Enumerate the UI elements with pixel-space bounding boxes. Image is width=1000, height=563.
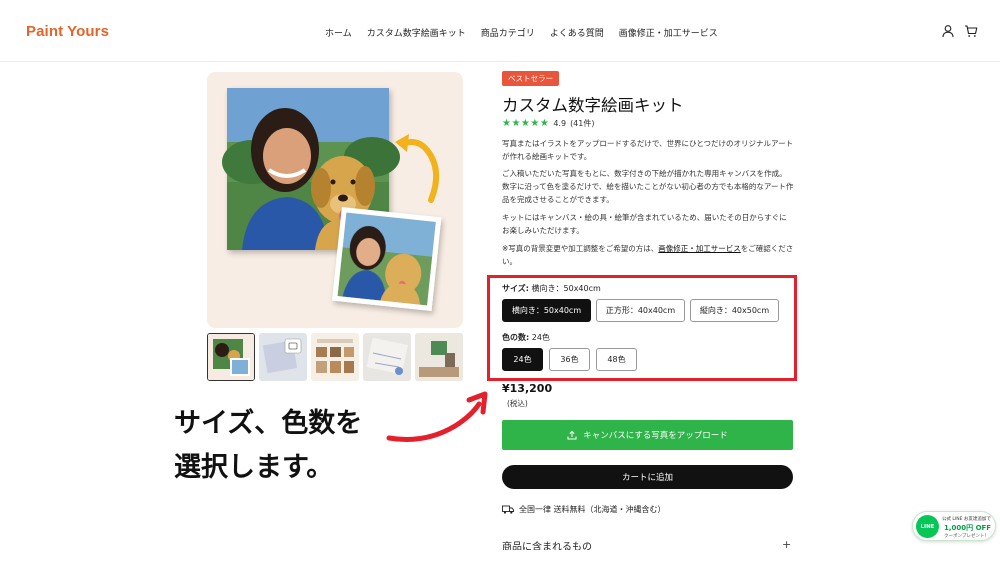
rating-stars-icon: ★★★★★ <box>502 118 550 129</box>
user-icon[interactable] <box>941 24 955 38</box>
upload-photo-label: キャンバスにする写真をアップロード <box>583 431 728 441</box>
product-price: ¥13,200 <box>502 382 553 395</box>
thumbnail-4[interactable] <box>363 333 411 381</box>
highlight-box <box>487 275 797 381</box>
description-2: ご入稿いただいた写真をもとに、数字付きの下絵が描かれた専用キャンバスを作成。数字… <box>502 169 794 204</box>
rating-value: 4.9 <box>553 119 567 128</box>
description-1: 写真またはイラストをアップロードするだけで、世界にひとつだけのオリジナルアートが… <box>502 139 794 161</box>
main-nav: ホーム カスタム数字絵画キット 商品カテゴリ よくある質問 画像修正・加工サービ… <box>325 26 718 39</box>
image-service-link[interactable]: 画像修正・加工サービス <box>658 244 741 253</box>
line-banner-amount: 1,000円 OFF <box>944 524 992 532</box>
bestseller-badge: ベストセラー <box>502 71 560 86</box>
main-product-image[interactable] <box>207 72 463 328</box>
nav-faq[interactable]: よくある質問 <box>550 26 604 39</box>
description-3: キットにはキャンバス・絵の具・絵筆が含まれているため、届いたその日からすぐにお楽… <box>502 213 787 235</box>
nav-image-service[interactable]: 画像修正・加工サービス <box>619 26 718 39</box>
included-items-accordion[interactable]: 商品に含まれるもの <box>502 538 794 550</box>
cart-icon[interactable] <box>964 24 978 38</box>
thumbnail-2[interactable] <box>259 333 307 381</box>
annotation-text: サイズ、色数を 選択します。 <box>174 402 362 490</box>
thumbnail-1[interactable] <box>207 333 255 381</box>
nav-categories[interactable]: 商品カテゴリ <box>481 26 535 39</box>
line-coupon-banner[interactable]: LINE 公式 LINE お友達追加で 1,000円 OFF クーポンプレゼント… <box>912 511 996 541</box>
nav-home[interactable]: ホーム <box>325 26 352 39</box>
thumbnail-strip <box>207 333 467 381</box>
thumbnail-3[interactable] <box>311 333 359 381</box>
upload-photo-button[interactable]: キャンバスにする写真をアップロード <box>502 420 793 450</box>
upload-icon <box>567 430 577 440</box>
thumbnail-5[interactable] <box>415 333 463 381</box>
truck-icon <box>502 505 514 514</box>
line-banner-bottom: クーポンプレゼント！ <box>944 534 989 539</box>
nav-custom-kit[interactable]: カスタム数字絵画キット <box>367 26 466 39</box>
annotation-line-1: サイズ、色数を <box>174 408 363 439</box>
description-4: ※写真の背景変更や加工調整をご希望の方は、画像修正・加工サービスをご確認ください… <box>502 242 794 268</box>
site-header: Paint Yours ホーム カスタム数字絵画キット 商品カテゴリ よくある質… <box>0 0 1000 62</box>
product-page: Paint Yours ホーム カスタム数字絵画キット 商品カテゴリ よくある質… <box>0 0 1000 563</box>
rating-count: (41件) <box>570 119 595 128</box>
price-tax-note: (税込) <box>507 399 528 408</box>
product-illustration <box>222 88 442 311</box>
annotation-arrow-icon <box>386 391 488 442</box>
line-banner-top: 公式 LINE お友達追加で <box>942 517 991 522</box>
product-title: カスタム数字絵画キット <box>502 96 684 115</box>
bottom-edge <box>0 550 1000 563</box>
description-4-pre: ※写真の背景変更や加工調整をご希望の方は、 <box>502 244 659 253</box>
shipping-text: 全国一律 送料無料（北海道・沖縄含む） <box>519 505 666 514</box>
shipping-info: 全国一律 送料無料（北海道・沖縄含む） <box>502 504 666 515</box>
line-logo-icon: LINE <box>916 515 939 538</box>
product-rating[interactable]: ★★★★★ 4.9 (41件) <box>502 118 594 129</box>
annotation-line-2: 選択します。 <box>174 452 334 483</box>
add-to-cart-button[interactable]: カートに追加 <box>502 465 793 489</box>
site-logo[interactable]: Paint Yours <box>26 23 109 40</box>
